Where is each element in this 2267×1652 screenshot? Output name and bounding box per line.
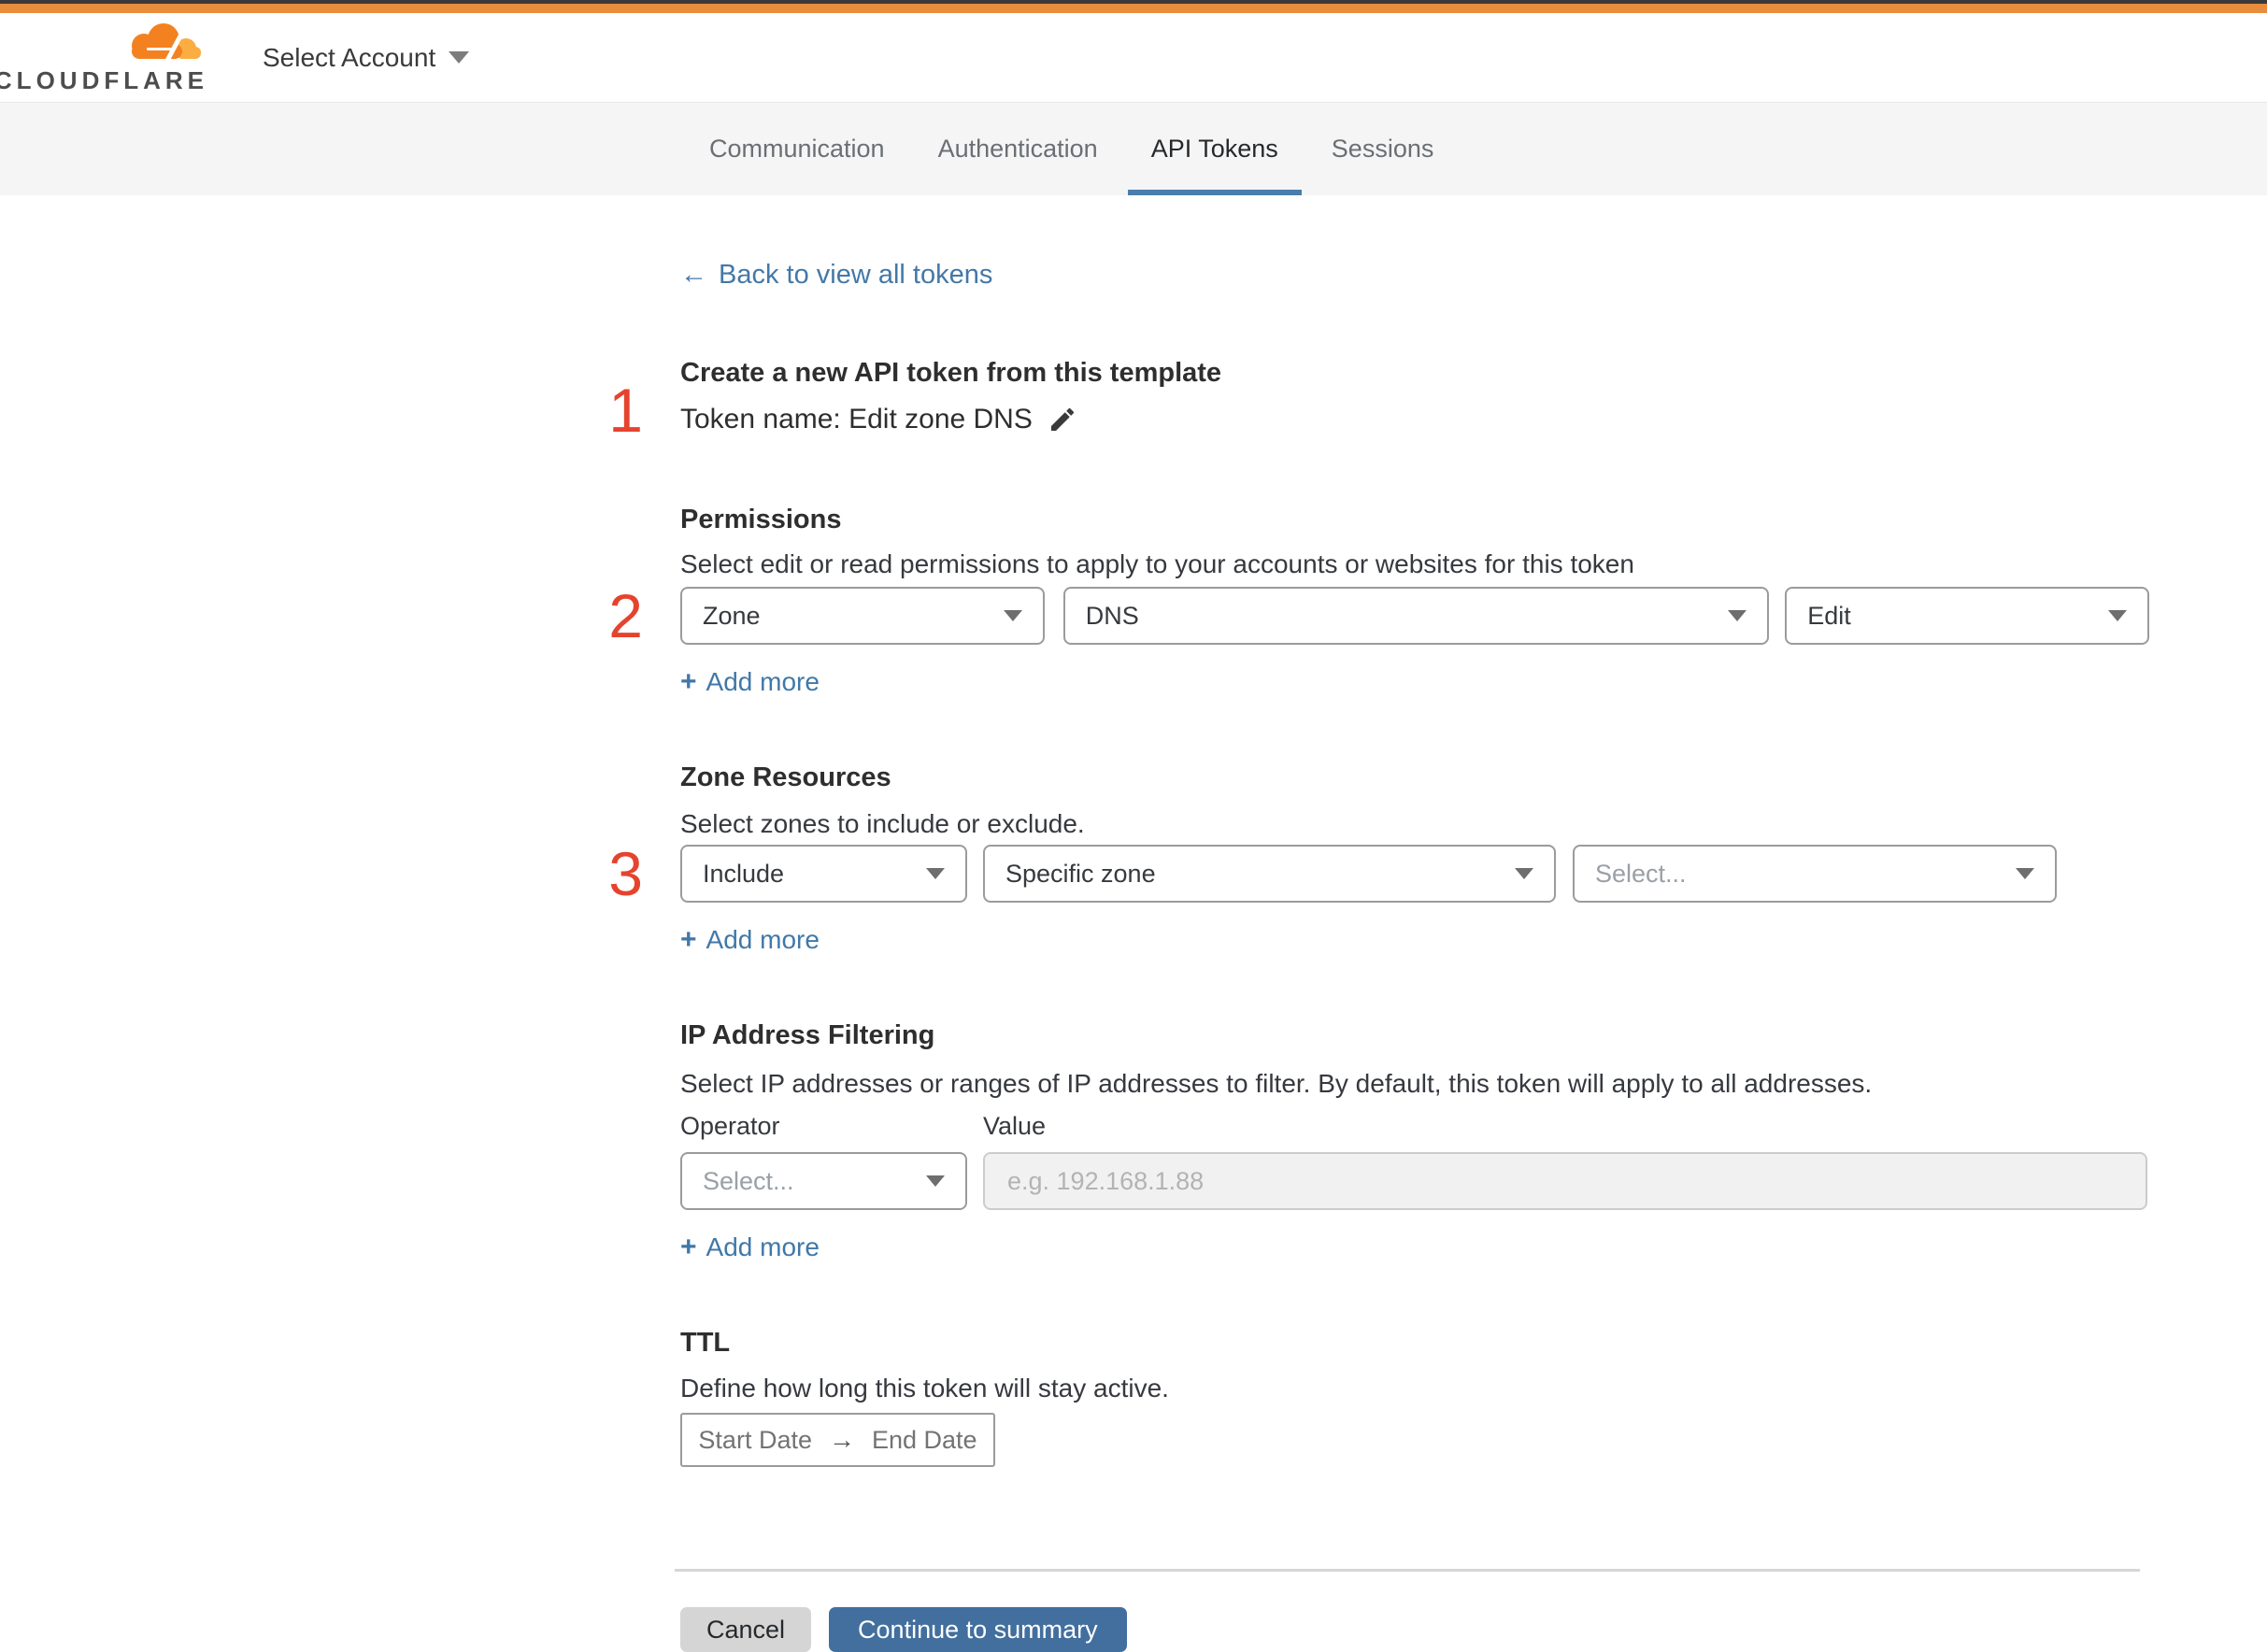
chevron-down-icon <box>1515 868 1533 879</box>
pencil-icon <box>1050 407 1074 431</box>
tab-label: Communication <box>709 135 885 163</box>
section-description: Select edit or read permissions to apply… <box>680 549 1634 578</box>
section-heading: Create a new API token from this templat… <box>680 358 1222 388</box>
footer-divider <box>675 1569 2140 1572</box>
tab-label: Sessions <box>1331 135 1434 163</box>
cancel-button[interactable]: Cancel <box>680 1607 812 1652</box>
ip-filtering-add-more-link[interactable]: + Add more <box>680 1231 820 1264</box>
chevron-down-icon <box>2107 610 2127 621</box>
section-heading: IP Address Filtering <box>680 1020 935 1050</box>
token-name-section: 1 Create a new API token from this templ… <box>608 355 2149 441</box>
add-more-label: Add more <box>706 667 820 696</box>
back-arrow-icon: ← <box>680 260 707 290</box>
select-value: Include <box>703 859 785 888</box>
ip-filtering-section: IP Address Filtering Select IP addresses… <box>680 1018 2149 1264</box>
chevron-down-icon <box>449 51 470 64</box>
token-template-form: ← Back to view all tokens 1 Create a new… <box>608 195 2149 1652</box>
section-heading: Zone Resources <box>680 762 891 792</box>
permissions-add-more-link[interactable]: + Add more <box>680 665 820 699</box>
permission-scope-select[interactable]: Zone <box>680 587 1045 645</box>
form-footer: Cancel Continue to summary <box>675 1569 2149 1652</box>
chevron-down-icon <box>1003 610 1022 621</box>
tab-label: API Tokens <box>1150 135 1278 163</box>
app-header: CLOUDFLARE Select Account <box>0 13 2267 102</box>
plus-icon: + <box>680 924 697 955</box>
chevron-down-icon <box>926 1175 945 1187</box>
section-description: Define how long this token will stay act… <box>680 1374 1169 1403</box>
section-description: Select zones to include or exclude. <box>680 809 1085 838</box>
tab-authentication[interactable]: Authentication <box>915 103 1121 195</box>
chevron-down-icon <box>2016 868 2034 879</box>
chevron-down-icon <box>1728 610 1747 621</box>
select-value: Edit <box>1807 601 1851 630</box>
step-number-2: 2 <box>608 581 643 650</box>
chevron-down-icon <box>926 868 945 879</box>
plus-icon: + <box>680 1232 697 1262</box>
zone-include-exclude-select[interactable]: Include <box>680 845 967 903</box>
zone-resources-section: 3 Zone Resources Select zones to include… <box>608 760 2149 957</box>
top-accent-orange-bar <box>0 4 2267 13</box>
zone-resources-add-more-link[interactable]: + Add more <box>680 923 820 957</box>
end-date-label: End Date <box>871 1425 977 1454</box>
tab-sessions[interactable]: Sessions <box>1308 103 1458 195</box>
ip-value-input[interactable] <box>983 1152 2147 1210</box>
ip-operator-select[interactable]: Select... <box>680 1152 967 1210</box>
step-number-3: 3 <box>608 839 643 908</box>
operator-label: Operator <box>680 1112 780 1140</box>
add-more-label: Add more <box>706 925 820 954</box>
permission-group-select[interactable]: DNS <box>1062 587 1770 645</box>
account-selector-label: Select Account <box>263 42 436 72</box>
cloudflare-cloud-icon <box>132 23 201 64</box>
back-to-tokens-link[interactable]: ← Back to view all tokens <box>680 260 992 291</box>
cloudflare-wordmark: CLOUDFLARE <box>0 66 208 94</box>
permission-access-select[interactable]: Edit <box>1785 587 2149 645</box>
value-label: Value <box>983 1112 1047 1140</box>
ttl-date-range-picker[interactable]: Start Date → End Date <box>680 1413 995 1467</box>
start-date-label: Start Date <box>698 1425 812 1454</box>
select-value: Zone <box>703 601 761 630</box>
permissions-section: 2 Permissions Select edit or read permis… <box>608 502 2149 699</box>
cloudflare-logo[interactable]: CLOUDFLARE <box>0 20 208 95</box>
ttl-section: TTL Define how long this token will stay… <box>680 1325 2149 1467</box>
zone-scope-select[interactable]: Specific zone <box>983 845 1556 903</box>
plus-icon: + <box>680 666 697 697</box>
add-more-label: Add more <box>706 1232 820 1261</box>
account-selector[interactable]: Select Account <box>263 42 470 73</box>
back-link-label: Back to view all tokens <box>719 260 993 290</box>
section-heading: TTL <box>680 1328 731 1358</box>
tab-api-tokens[interactable]: API Tokens <box>1127 103 1302 195</box>
select-value: Select... <box>1595 859 1687 888</box>
tab-label: Authentication <box>937 135 1098 163</box>
zone-picker-select[interactable]: Select... <box>1573 845 2057 903</box>
tab-communication[interactable]: Communication <box>686 103 908 195</box>
step-number-1: 1 <box>608 376 643 445</box>
continue-to-summary-button[interactable]: Continue to summary <box>829 1607 1127 1652</box>
select-value: DNS <box>1085 601 1139 630</box>
profile-tabbar: Communication Authentication API Tokens … <box>0 102 2267 195</box>
section-heading: Permissions <box>680 505 842 534</box>
token-name-text: Token name: Edit zone DNS <box>680 404 1033 434</box>
select-value: Select... <box>703 1166 794 1195</box>
select-value: Specific zone <box>1005 859 1156 888</box>
section-description: Select IP addresses or ranges of IP addr… <box>680 1069 1873 1098</box>
edit-token-name-button[interactable] <box>1048 405 1077 434</box>
arrow-right-icon: → <box>828 1425 855 1454</box>
